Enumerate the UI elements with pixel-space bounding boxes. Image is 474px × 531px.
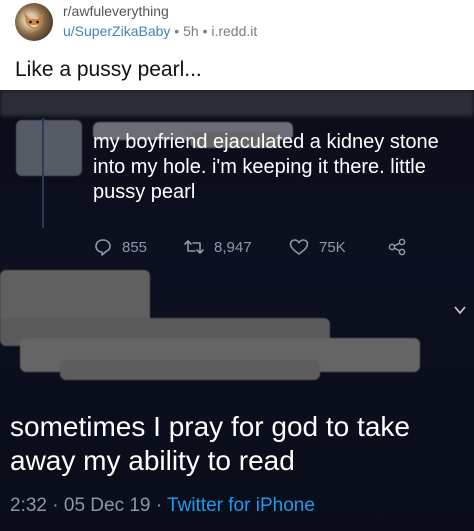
tweet-timestamp: 2:32 · 05 Dec 19 · Twitter for iPhone <box>10 495 315 517</box>
retweet-button[interactable]: 8,947 <box>183 237 252 257</box>
post-title[interactable]: Like a pussy pearl... <box>15 57 202 83</box>
tweet-date: 05 Dec 19 <box>63 495 151 516</box>
thread-line <box>42 118 44 228</box>
post-age: 5h <box>183 23 199 39</box>
username-link[interactable]: u/SuperZikaBaby <box>63 23 170 39</box>
censor-bar <box>60 360 320 380</box>
reply-button[interactable]: 855 <box>93 237 147 257</box>
post-domain[interactable]: i.redd.it <box>211 23 257 39</box>
tweet-text: my boyfriend ejaculated a kidney stone i… <box>93 131 439 203</box>
like-count: 75K <box>319 238 346 256</box>
share-button[interactable] <box>386 237 417 257</box>
like-button[interactable]: 75K <box>288 237 346 257</box>
censor-bar <box>16 120 82 176</box>
meta-separator: • <box>202 23 208 39</box>
heart-icon <box>289 239 309 255</box>
post-meta: u/SuperZikaBaby • 5h • i.redd.it <box>63 23 257 39</box>
meta-separator: • <box>174 23 180 39</box>
post-header: r/awfuleverything u/SuperZikaBaby • 5h •… <box>0 0 474 44</box>
meta-dot: · <box>155 495 163 516</box>
retweet-count: 8,947 <box>214 238 252 256</box>
reply-count: 855 <box>122 238 148 256</box>
speech-bubble-icon <box>95 239 111 256</box>
subreddit-name[interactable]: r/awfuleverything <box>63 3 169 19</box>
share-icon <box>388 238 406 256</box>
fox-icon <box>24 12 44 29</box>
retweet-icon <box>184 240 204 254</box>
censor-bar <box>0 90 474 116</box>
tweet-time: 2:32 <box>10 495 47 516</box>
chevron-down-icon[interactable] <box>453 303 467 322</box>
tweet-source[interactable]: Twitter for iPhone <box>167 495 315 516</box>
subreddit-avatar[interactable] <box>15 3 53 41</box>
meta-dot: · <box>52 495 59 516</box>
tweet-actions: 855 8,947 75K <box>93 237 443 263</box>
reply-tweet-text: sometimes I pray for god to take away my… <box>10 411 410 476</box>
